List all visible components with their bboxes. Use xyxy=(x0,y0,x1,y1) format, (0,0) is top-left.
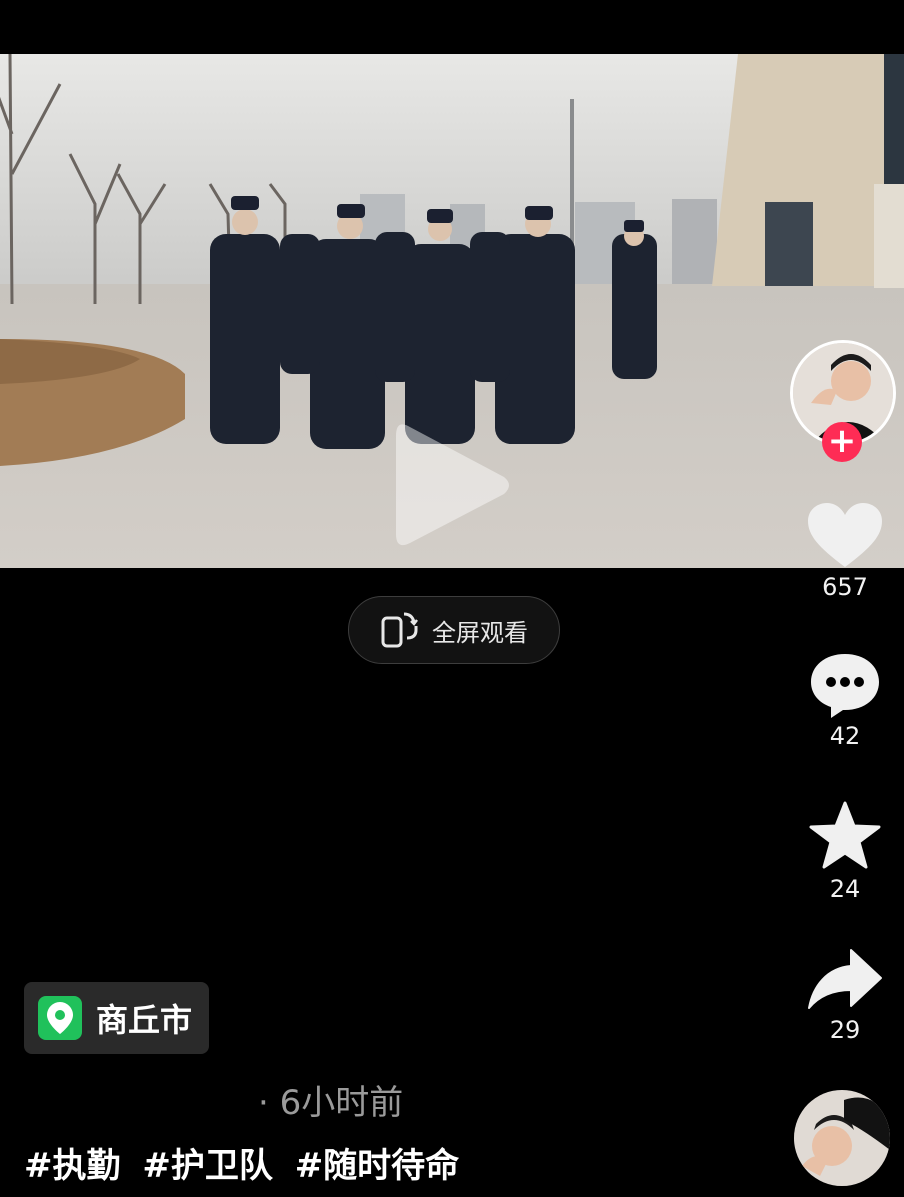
music-disc-avatar[interactable] xyxy=(794,1090,890,1186)
favorite-count: 24 xyxy=(829,875,861,903)
post-time: · 6小时前 xyxy=(258,1083,404,1123)
hashtag-link[interactable]: #随时待命 xyxy=(295,1146,460,1186)
share-count: 29 xyxy=(829,1016,861,1044)
fullscreen-button[interactable]: 全屏观看 xyxy=(348,596,560,664)
share-action[interactable]: 29 xyxy=(800,948,890,1044)
follow-button[interactable]: + xyxy=(822,422,862,462)
hashtag-link[interactable]: #执勤 xyxy=(24,1146,121,1186)
hashtag-list: #执勤 #护卫队 #随时待命 xyxy=(24,1138,469,1187)
location-tag[interactable]: 商丘市 xyxy=(24,982,209,1054)
heart-icon[interactable] xyxy=(808,503,882,569)
location-pin-icon xyxy=(38,996,82,1040)
location-name: 商丘市 xyxy=(96,1001,193,1039)
video-player[interactable] xyxy=(0,54,904,568)
favorite-action[interactable]: 24 xyxy=(800,801,890,903)
comment-action[interactable]: 42 xyxy=(800,652,890,750)
rotate-screen-icon xyxy=(381,612,418,648)
fullscreen-label: 全屏观看 xyxy=(432,618,528,647)
comment-count: 42 xyxy=(829,722,861,750)
author-avatar-wrap[interactable]: + xyxy=(790,340,896,462)
hashtag-link[interactable]: #护卫队 xyxy=(142,1146,273,1186)
share-icon[interactable] xyxy=(807,948,883,1012)
like-count: 657 xyxy=(822,573,868,601)
star-icon[interactable] xyxy=(808,801,882,871)
comment-icon[interactable] xyxy=(809,652,881,718)
like-action[interactable]: 657 xyxy=(800,503,890,601)
play-icon[interactable] xyxy=(396,416,514,554)
